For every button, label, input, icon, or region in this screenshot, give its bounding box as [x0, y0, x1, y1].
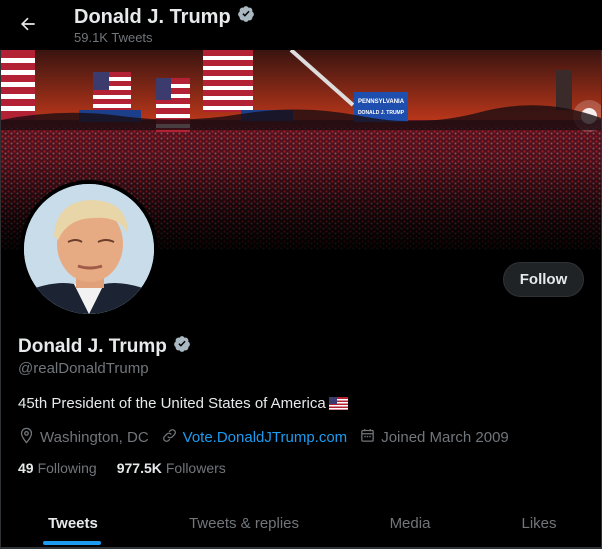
flag-left — [1, 50, 35, 120]
header-name: Donald J. Trump — [74, 5, 231, 28]
profile-header-bar: Donald J. Trump 59.1K Tweets — [0, 0, 602, 50]
verified-badge-icon — [237, 5, 255, 29]
profile-stats: 49 Following 977.5K Followers — [18, 460, 226, 476]
link-icon — [161, 427, 178, 448]
header-title: Donald J. Trump — [74, 5, 255, 29]
tab-media[interactable]: Media — [343, 500, 477, 546]
profile-meta: Washington, DC Vote.DonaldJTrump.com Joi… — [18, 427, 521, 448]
tab-likes[interactable]: Likes — [477, 500, 601, 546]
following-label: Following — [37, 460, 97, 476]
us-flag-emoji — [328, 397, 348, 410]
back-arrow-icon[interactable] — [14, 10, 42, 38]
active-tab-indicator — [43, 541, 101, 545]
banner-sign-text-1: PENNSYLVANIA — [358, 99, 405, 105]
profile-website[interactable]: Vote.DonaldJTrump.com — [161, 427, 348, 448]
following-count: 49 — [18, 460, 34, 476]
followers-stat[interactable]: 977.5K Followers — [117, 460, 226, 476]
profile-avatar[interactable] — [20, 180, 158, 318]
profile-joined: Joined March 2009 — [359, 427, 509, 448]
followers-label: Followers — [165, 460, 226, 476]
profile-handle: @realDonaldTrump — [18, 360, 149, 377]
joined-text: Joined March 2009 — [381, 429, 509, 446]
bio-text: 45th President of the United States of A… — [18, 395, 326, 412]
location-pin-icon — [18, 427, 35, 448]
profile-bio: 45th President of the United States of A… — [18, 395, 348, 412]
banner-sign-text-2: DONALD J. TRUMP — [358, 110, 405, 116]
verified-badge-icon — [173, 335, 191, 359]
tab-tweets-replies[interactable]: Tweets & replies — [145, 500, 343, 546]
tab-tweets[interactable]: Tweets — [1, 500, 145, 546]
location-text: Washington, DC — [40, 429, 149, 446]
profile-display-name: Donald J. Trump — [18, 335, 191, 359]
followers-count: 977.5K — [116, 460, 162, 476]
calendar-icon — [359, 427, 376, 448]
tweet-count: 59.1K Tweets — [74, 30, 153, 45]
following-stat[interactable]: 49 Following — [18, 460, 97, 476]
website-link[interactable]: Vote.DonaldJTrump.com — [183, 429, 348, 446]
follow-button[interactable]: Follow — [503, 262, 584, 297]
profile-name-text: Donald J. Trump — [18, 336, 167, 357]
profile-location: Washington, DC — [18, 427, 149, 448]
